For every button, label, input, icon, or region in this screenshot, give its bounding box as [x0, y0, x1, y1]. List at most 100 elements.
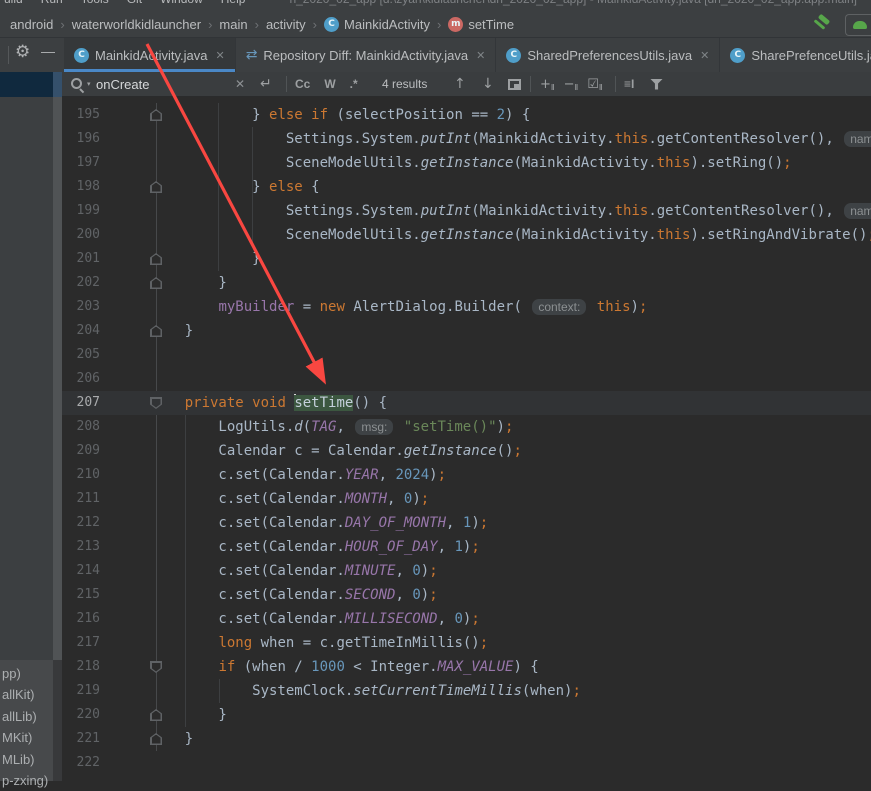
filter-icon[interactable]	[650, 72, 663, 96]
line-number[interactable]: 196	[62, 127, 100, 151]
code-line[interactable]: 222	[62, 751, 871, 775]
line-number[interactable]: 218	[62, 655, 100, 679]
fold-collapse-icon[interactable]	[150, 325, 162, 337]
fold-expand-icon[interactable]	[150, 661, 162, 673]
code-line[interactable]: 204 }	[62, 319, 871, 343]
line-number[interactable]: 213	[62, 535, 100, 559]
line-number[interactable]: 214	[62, 559, 100, 583]
search-icon[interactable]: ▾	[70, 72, 91, 96]
next-occurrence-icon[interactable]: ↓	[482, 72, 494, 96]
line-number[interactable]: 216	[62, 607, 100, 631]
code-line[interactable]: 198 } else {	[62, 175, 871, 199]
hide-panel-icon[interactable]: —	[41, 43, 55, 59]
code-line[interactable]: 196 Settings.System.putInt(MainkidActivi…	[62, 127, 871, 151]
line-number[interactable]: 204	[62, 319, 100, 343]
code-line[interactable]: 212 c.set(Calendar.DAY_OF_MONTH, 1);	[62, 511, 871, 535]
menu-item[interactable]: Help	[221, 0, 246, 6]
close-tab-icon[interactable]: ✕	[476, 49, 485, 62]
remove-occurrence-button[interactable]: −II	[564, 77, 579, 92]
left-panel-selected-row[interactable]	[0, 72, 53, 97]
previous-occurrence-icon[interactable]: ↑	[454, 72, 466, 96]
code-line[interactable]: 220 }	[62, 703, 871, 727]
fold-expand-icon[interactable]	[150, 397, 162, 409]
menu-item[interactable]: Window	[160, 0, 203, 6]
breadcrumb-item-waterworldkidlauncher[interactable]: waterworldkidlauncher	[72, 17, 201, 32]
line-number[interactable]: 208	[62, 415, 100, 439]
line-number[interactable]: 207	[62, 391, 100, 415]
select-all-occurrences-button[interactable]: ☑II	[587, 77, 602, 92]
fold-collapse-icon[interactable]	[150, 109, 162, 121]
line-number[interactable]: 222	[62, 751, 100, 775]
code-line[interactable]: 202 }	[62, 271, 871, 295]
breadcrumb-item-main[interactable]: main	[219, 17, 247, 32]
left-panel-scroll-strip[interactable]	[53, 97, 62, 660]
line-number[interactable]: 212	[62, 511, 100, 535]
close-tab-icon[interactable]: ✕	[700, 49, 709, 62]
insert-newline-icon[interactable]: ↵	[260, 72, 272, 96]
code-line[interactable]: 206	[62, 367, 871, 391]
line-number[interactable]: 202	[62, 271, 100, 295]
left-panel-item[interactable]: pp)	[2, 663, 60, 684]
clear-search-icon[interactable]: ✕	[235, 72, 245, 96]
match-case-toggle[interactable]: Cc	[295, 77, 310, 91]
code-line[interactable]: 216 c.set(Calendar.MILLISECOND, 0);	[62, 607, 871, 631]
search-in-selection-icon[interactable]: ≡I	[624, 72, 634, 96]
code-line[interactable]: 203 myBuilder = new AlertDialog.Builder(…	[62, 295, 871, 319]
fold-collapse-icon[interactable]	[150, 277, 162, 289]
menu-item[interactable]: Run	[41, 0, 63, 6]
code-line[interactable]: 197 SceneModelUtils.getInstance(MainkidA…	[62, 151, 871, 175]
code-line[interactable]: 207 private void setTime() {	[62, 391, 871, 415]
menu-item[interactable]: Tools	[81, 0, 109, 6]
close-tab-icon[interactable]: ✕	[215, 49, 224, 62]
menu-item[interactable]: uild	[4, 0, 23, 6]
line-number[interactable]: 205	[62, 343, 100, 367]
code-line[interactable]: 201 }	[62, 247, 871, 271]
code-line[interactable]: 208 LogUtils.d(TAG, msg: "setTime()");	[62, 415, 871, 439]
tab-repository-diff-mainkidactivity-java[interactable]: ⇄ Repository Diff: MainkidActivity.java ✕	[236, 38, 497, 72]
code-line[interactable]: 213 c.set(Calendar.HOUR_OF_DAY, 1);	[62, 535, 871, 559]
line-number[interactable]: 221	[62, 727, 100, 751]
line-number[interactable]: 211	[62, 487, 100, 511]
words-toggle[interactable]: W	[324, 77, 335, 91]
fold-collapse-icon[interactable]	[150, 733, 162, 745]
left-panel-item[interactable]: allKit)	[2, 684, 60, 705]
tab-shareprefenceutils-java[interactable]: CSharePrefenceUtils.java✕	[720, 38, 871, 72]
line-number[interactable]: 209	[62, 439, 100, 463]
fold-collapse-icon[interactable]	[150, 253, 162, 265]
breadcrumb-item-android[interactable]: android	[10, 17, 53, 32]
breadcrumb-item-activity[interactable]: activity	[266, 17, 306, 32]
code-line[interactable]: 214 c.set(Calendar.MINUTE, 0);	[62, 559, 871, 583]
line-number[interactable]: 217	[62, 631, 100, 655]
run-device-button[interactable]	[845, 13, 871, 36]
code-line[interactable]: 211 c.set(Calendar.MONTH, 0);	[62, 487, 871, 511]
line-number[interactable]: 201	[62, 247, 100, 271]
line-number[interactable]: 197	[62, 151, 100, 175]
build-hammer-icon[interactable]	[811, 13, 831, 35]
breadcrumb-item-mainkidactivity[interactable]: C MainkidActivity	[324, 16, 430, 32]
left-panel-item[interactable]: MKit)	[2, 727, 60, 748]
regex-toggle[interactable]: .*	[350, 77, 358, 91]
code-line[interactable]: 209 Calendar c = Calendar.getInstance();	[62, 439, 871, 463]
tab-sharedpreferencesutils-java[interactable]: C SharedPreferencesUtils.java ✕	[496, 38, 721, 72]
code-line[interactable]: 218 if (when / 1000 < Integer.MAX_VALUE)…	[62, 655, 871, 679]
gear-icon[interactable]: ⚙	[15, 42, 30, 62]
left-panel-item[interactable]: allLib)	[2, 706, 60, 727]
code-line[interactable]: 221 }	[62, 727, 871, 751]
code-line[interactable]: 210 c.set(Calendar.YEAR, 2024);	[62, 463, 871, 487]
line-number[interactable]: 215	[62, 583, 100, 607]
menu-item[interactable]: Git	[127, 0, 142, 6]
line-number[interactable]: 206	[62, 367, 100, 391]
code-line[interactable]: 215 c.set(Calendar.SECOND, 0);	[62, 583, 871, 607]
open-in-find-window-icon[interactable]	[508, 72, 521, 96]
code-line[interactable]: 199 Settings.System.putInt(MainkidActivi…	[62, 199, 871, 223]
fold-collapse-icon[interactable]	[150, 181, 162, 193]
line-number[interactable]: 198	[62, 175, 100, 199]
line-number[interactable]: 203	[62, 295, 100, 319]
breadcrumb-item-settime[interactable]: m setTime	[448, 16, 514, 32]
line-number[interactable]: 195	[62, 103, 100, 127]
add-occurrence-button[interactable]: +II	[540, 77, 555, 92]
editor[interactable]: 195 } else if (selectPosition == 2) {196…	[62, 97, 871, 781]
line-number[interactable]: 219	[62, 679, 100, 703]
code-line[interactable]: 200 SceneModelUtils.getInstance(MainkidA…	[62, 223, 871, 247]
line-number[interactable]: 199	[62, 199, 100, 223]
